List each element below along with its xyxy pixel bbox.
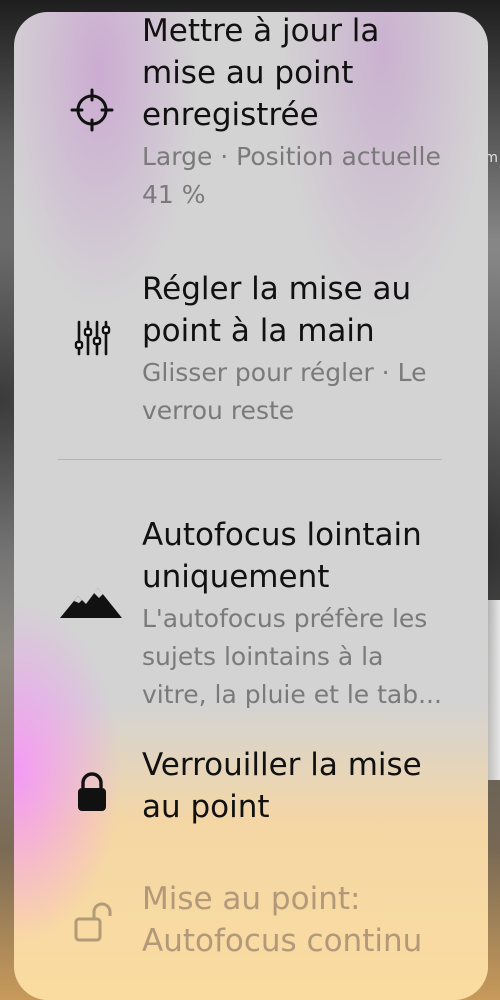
menu-item-subtitle: Large · Position actuelle 41 % — [142, 142, 441, 209]
focus-context-menu: Mettre à jour la mise au point enregistr… — [14, 12, 488, 1000]
menu-item-lock-focus[interactable]: Verrouiller la mise au point — [14, 742, 488, 862]
menu-item-subtitle: L'autofocus préfère les sujets lointains… — [142, 604, 442, 709]
menu-item-title: Verrouiller la mise au point — [142, 747, 422, 825]
lock-icon — [64, 764, 120, 820]
menu-item-far-autofocus[interactable]: Autofocus lointain uniquement L'autofocu… — [14, 482, 488, 712]
menu-item-title: Autofocus lointain uniquement — [142, 517, 422, 595]
crosshair-icon — [64, 82, 120, 138]
menu-item-continuous-autofocus[interactable]: Mise au point: Autofocus continu — [14, 874, 488, 1000]
unlock-icon — [64, 894, 120, 950]
menu-item-title: Mise au point: Autofocus continu — [142, 881, 423, 959]
menu-divider — [58, 459, 442, 460]
mountains-icon — [58, 574, 124, 630]
menu-item-title: Régler la mise au point à la main — [142, 271, 412, 349]
sliders-icon — [64, 310, 120, 366]
menu-item-manual-focus[interactable]: Régler la mise au point à la main Glisse… — [14, 244, 488, 444]
menu-item-title: Mettre à jour la mise au point enregistr… — [142, 13, 380, 133]
menu-item-subtitle: Glisser pour régler · Le verrou reste — [142, 358, 427, 425]
menu-item-update-saved-focus[interactable]: Mettre à jour la mise au point enregistr… — [14, 12, 488, 230]
